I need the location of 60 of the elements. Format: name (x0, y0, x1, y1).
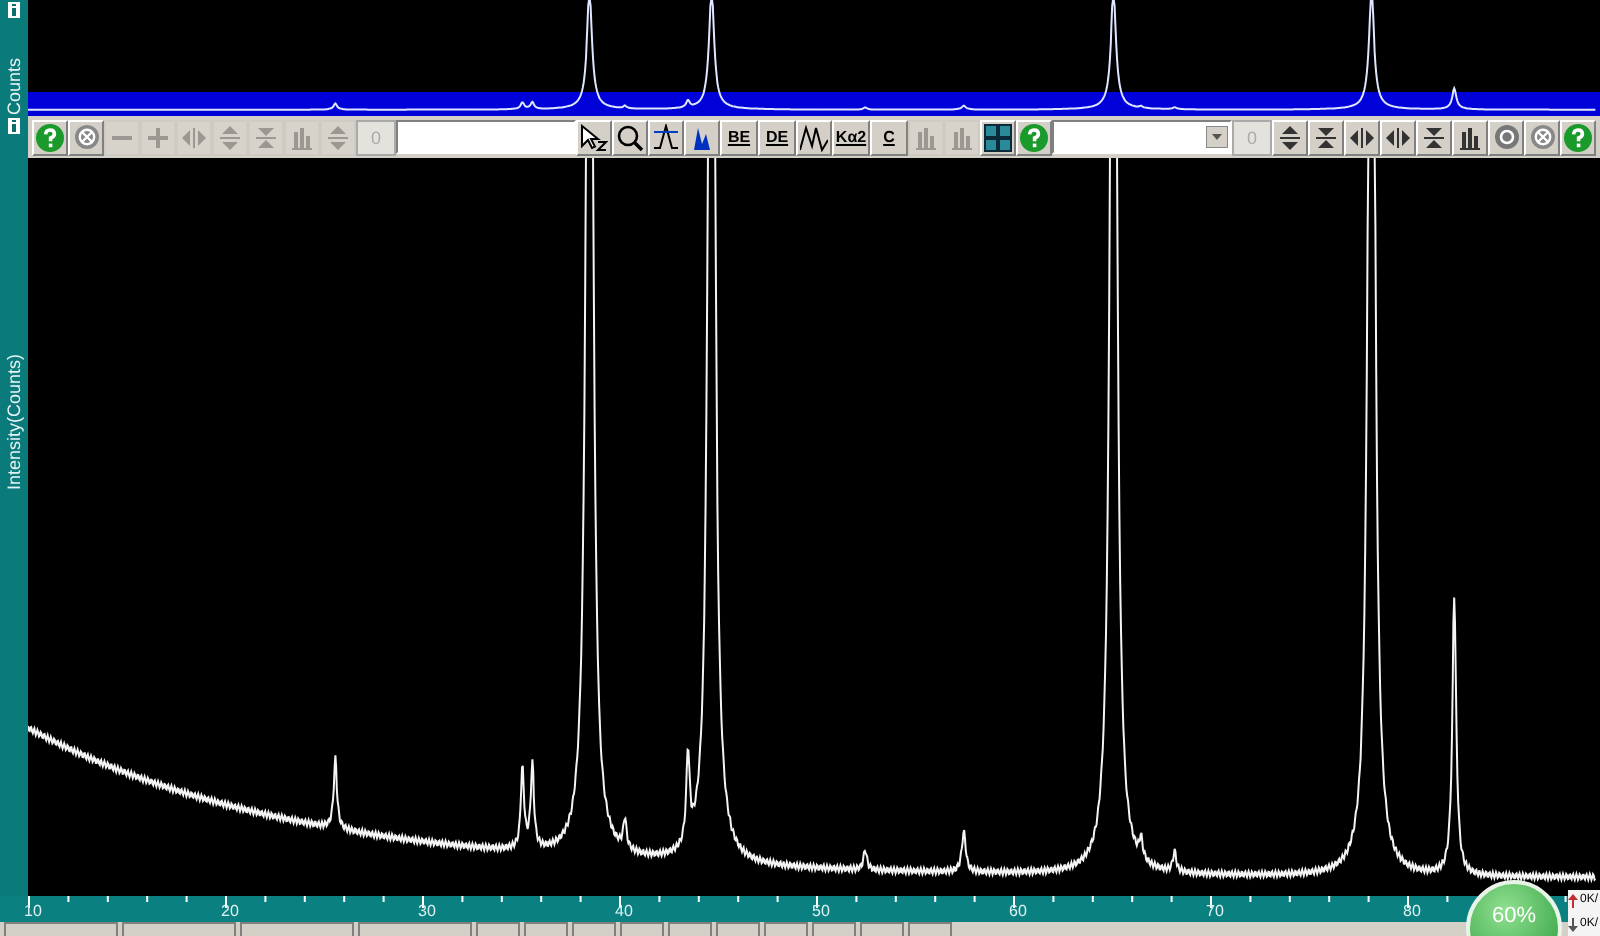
cancel-icon (73, 124, 99, 150)
peak-baseline-icon (652, 123, 680, 151)
toolbar-button[interactable]: Kα2 (832, 119, 870, 155)
cursor-icon (580, 123, 608, 151)
text-field[interactable] (396, 120, 576, 154)
axis-tick-label: 80 (1403, 902, 1421, 920)
axis-tick-label: 40 (615, 902, 633, 920)
target-icon (1493, 124, 1519, 150)
plus-icon (146, 125, 170, 149)
status-pane (358, 922, 472, 936)
up-down-arrows-icon (218, 125, 242, 149)
axis-tick-label: 60 (1009, 902, 1027, 920)
bars-icon (290, 125, 314, 149)
join-arrows-icon (254, 125, 278, 149)
toolbar-button[interactable]: DE (758, 119, 796, 155)
split-arrows-icon (182, 125, 206, 149)
axis-tick-label: 50 (812, 902, 830, 920)
status-pane (860, 922, 904, 936)
grid-icon (984, 123, 1012, 151)
axis-tick-label: 30 (418, 902, 436, 920)
status-pane (812, 922, 856, 936)
info-icon (8, 117, 20, 134)
status-pane (572, 922, 616, 936)
status-pane (908, 922, 952, 936)
bars-icon (1458, 125, 1482, 149)
status-pane (240, 922, 354, 936)
axis-label: Counts (4, 58, 24, 116)
down-arrow-icon (1568, 917, 1578, 931)
status-pane (122, 922, 236, 936)
axis-tick-label: 70 (1206, 902, 1224, 920)
magnifier-icon (616, 123, 644, 151)
bars-icon (914, 125, 938, 149)
toolbar-button[interactable]: C (870, 119, 908, 155)
dropdown-field[interactable] (1052, 120, 1232, 154)
split-arrows-icon (1386, 125, 1410, 149)
cancel-icon (1529, 124, 1555, 150)
caret-icon (1206, 126, 1228, 148)
split-arrows-icon (1350, 125, 1374, 149)
status-pane (668, 922, 712, 936)
toolbar-button[interactable]: BE (720, 119, 758, 155)
join-arrows-icon (1422, 125, 1446, 149)
help-icon (1020, 123, 1048, 151)
help-icon (36, 123, 64, 151)
up-arrow-icon (1568, 894, 1578, 908)
axis-tick-label: 20 (221, 902, 239, 920)
axis-tick-label: 10 (24, 902, 42, 920)
bars-icon (950, 125, 974, 149)
join-arrows-icon (1314, 125, 1338, 149)
status-pane (620, 922, 664, 936)
progress-gauge: 60% (1466, 880, 1562, 936)
axis-label: Intensity(Counts) (4, 353, 24, 490)
up-down-arrows-icon (326, 125, 350, 149)
status-pane (4, 922, 118, 936)
double-peak-icon (800, 123, 828, 151)
status-pane (716, 922, 760, 936)
status-pane (764, 922, 808, 936)
up-down-arrows-icon (1278, 125, 1302, 149)
status-pane (524, 922, 568, 936)
help-icon (1564, 123, 1592, 151)
status-pane (476, 922, 520, 936)
